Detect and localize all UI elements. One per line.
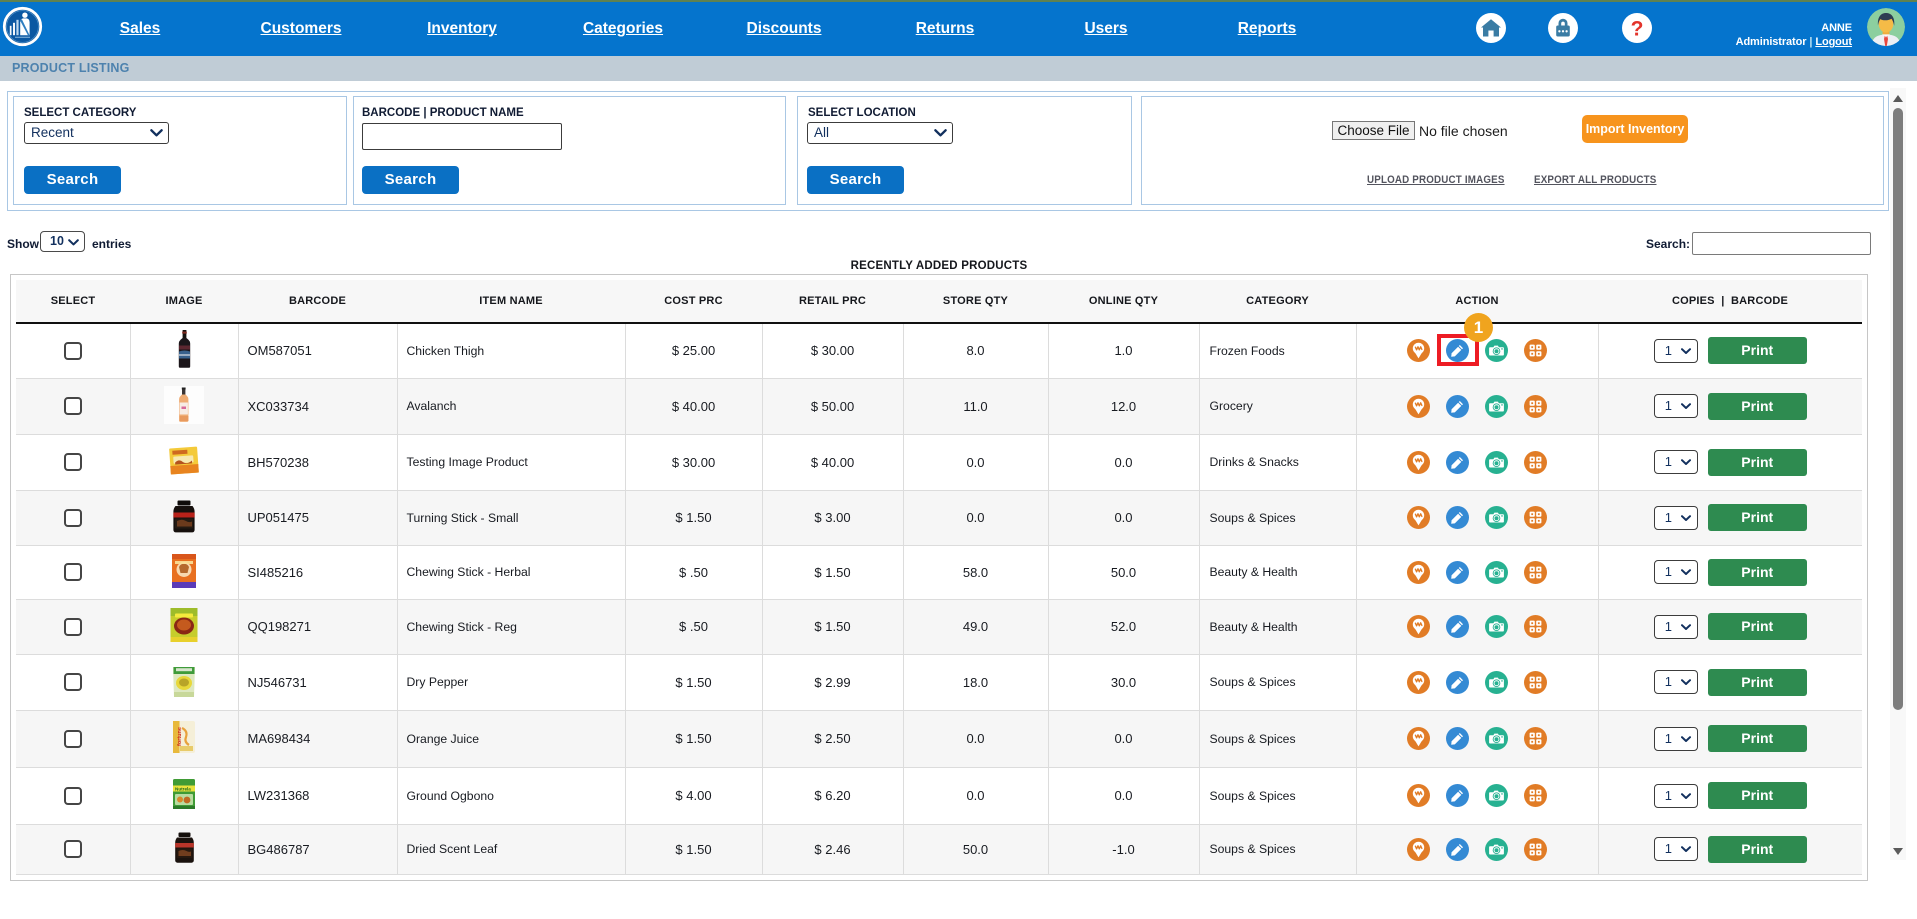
- svg-text:?: ?: [1631, 18, 1644, 41]
- svg-text:Nutrela: Nutrela: [175, 786, 191, 791]
- svg-text:fortune: fortune: [177, 727, 183, 746]
